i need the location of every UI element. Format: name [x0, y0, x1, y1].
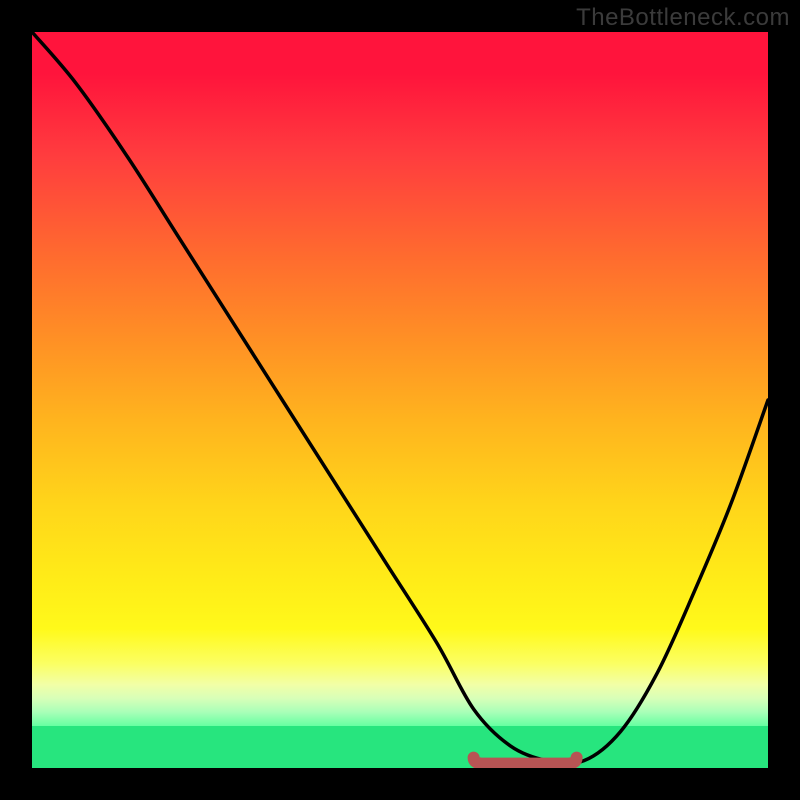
watermark-text: TheBottleneck.com — [576, 4, 790, 32]
chart-stage: TheBottleneck.com — [0, 0, 800, 800]
curve-layer — [32, 32, 768, 768]
bottleneck-curve — [32, 32, 768, 763]
valley-marker — [474, 758, 577, 764]
plot-area — [32, 32, 768, 768]
